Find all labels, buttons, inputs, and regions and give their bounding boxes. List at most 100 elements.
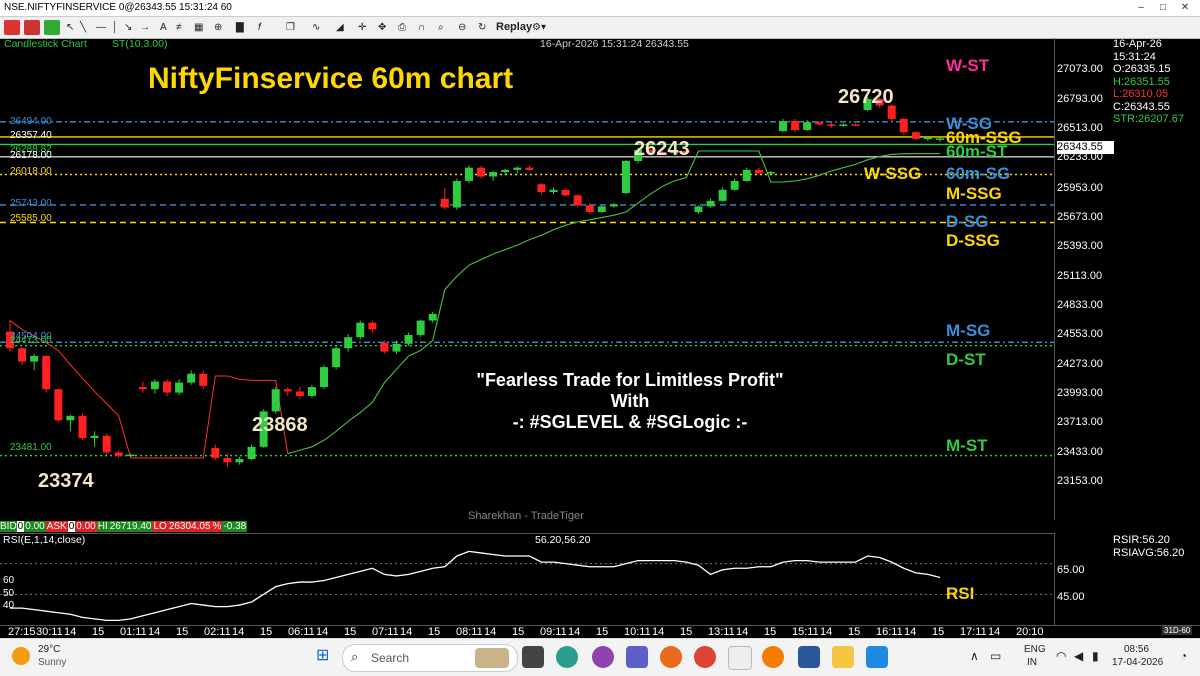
file-explorer-icon[interactable] — [832, 646, 854, 668]
rsi-left-50: 50 — [3, 588, 15, 599]
fill-icon[interactable]: ◢ — [336, 20, 344, 35]
copilot-icon[interactable] — [592, 646, 614, 668]
stop-icon[interactable] — [24, 20, 40, 35]
tray-lang-2[interactable]: IN — [1027, 657, 1037, 668]
firefox-icon[interactable] — [660, 646, 682, 668]
level-label: 23481.00 — [10, 442, 52, 453]
horizontal-line-icon[interactable]: — — [96, 20, 106, 35]
x-tick-label: 14 — [316, 626, 329, 638]
ohlc-open: O:26335.15 — [1113, 63, 1171, 75]
rsi-left-60: 60 — [3, 575, 15, 586]
candle-body — [778, 121, 787, 132]
bid-label: BID — [0, 521, 17, 532]
hi-label: HI — [96, 521, 109, 532]
indicators-icon[interactable]: 𝑓 — [258, 20, 261, 35]
zoom-out-icon[interactable]: ⊖ — [458, 20, 466, 35]
vertical-line-icon[interactable]: │ — [112, 20, 118, 35]
x-tick-label: 15 — [512, 626, 525, 638]
copy-icon[interactable]: ❐ — [286, 20, 295, 35]
pointer-icon[interactable]: ↖ — [66, 20, 74, 35]
x-tick-label: 14 — [736, 626, 749, 638]
line-chart-icon[interactable] — [4, 20, 20, 35]
edge-icon[interactable] — [556, 646, 578, 668]
pct-value: -0.38 — [222, 521, 248, 532]
candle-body — [356, 322, 365, 338]
windows-start-icon[interactable]: ⊞ — [316, 647, 334, 665]
x-tick-label: 15 — [428, 626, 441, 638]
zoom-in-icon[interactable]: ⌕ — [438, 20, 444, 35]
weather-sun-icon[interactable] — [12, 647, 30, 665]
y-tick-label: 23153.00 — [1057, 475, 1103, 487]
drag-icon[interactable]: ✛ — [358, 20, 366, 35]
tst-icon[interactable] — [44, 20, 60, 35]
ohlc-str: STR:26207.67 — [1113, 113, 1184, 125]
candle-body — [163, 381, 172, 393]
bar-chart-icon[interactable]: ▇ — [236, 20, 244, 35]
x-tick-label: 08:11 — [456, 626, 483, 638]
lo-label: LO — [152, 521, 168, 532]
candle-body — [621, 160, 630, 194]
price-chart — [0, 96, 1054, 467]
candle-body — [235, 459, 244, 463]
banner-line-2: With — [610, 391, 650, 411]
candle-body — [78, 415, 87, 439]
candle-body — [694, 206, 703, 212]
minimize-button[interactable]: – — [1134, 1, 1148, 14]
replay-button[interactable]: Replay — [496, 20, 532, 35]
callout-26243: 26243 — [634, 138, 690, 160]
teams-icon[interactable] — [626, 646, 648, 668]
x-tick-label: 14 — [400, 626, 413, 638]
candle-body — [138, 387, 147, 390]
x-tick-label: 16:11 — [876, 626, 903, 638]
x-tick-label: 15:11 — [792, 626, 819, 638]
current-price-tag: 26343.55 — [1057, 141, 1114, 154]
label-d-sg: D-SG — [946, 212, 989, 231]
magnet-icon[interactable]: ∩ — [418, 20, 425, 35]
battery-icon[interactable]: ▮ — [1092, 649, 1099, 663]
grid-icon[interactable]: ▦ — [194, 20, 203, 35]
taskbar-search[interactable]: ⌕ Search — [342, 644, 518, 672]
y-tick-label: 26513.00 — [1057, 122, 1103, 134]
rsiavg-value: RSIAVG:56.20 — [1113, 547, 1185, 559]
tray-time[interactable]: 08:56 — [1124, 644, 1149, 655]
tray-date[interactable]: 17-04-2026 — [1112, 657, 1163, 668]
trend-tool-icon[interactable]: ↘ — [124, 20, 132, 35]
maximize-button[interactable]: □ — [1156, 1, 1170, 14]
windows-taskbar: 29°C Sunny ⊞ ⌕ Search ∧ ▭ ENG IN ◠ ◀ ▮ 0… — [0, 638, 1200, 676]
x-tick-label: 10:11 — [624, 626, 651, 638]
notification-bell-icon[interactable]: ◔ — [1180, 649, 1187, 663]
speaker-icon[interactable]: ◀ — [1074, 649, 1083, 663]
settings-icon[interactable]: ⚙▾ — [532, 20, 546, 35]
pct-label: % — [211, 521, 223, 532]
candle-body — [477, 167, 486, 177]
tray-chevron-icon[interactable]: ∧ — [970, 649, 979, 663]
zoom-icon[interactable]: ⊕ — [214, 20, 222, 35]
x-tick-label: 14 — [904, 626, 917, 638]
wave-icon[interactable]: ∿ — [312, 20, 320, 35]
pen-app-icon[interactable] — [866, 646, 888, 668]
tradetiger-icon[interactable] — [762, 646, 784, 668]
label-m-ssg: M-SSG — [946, 184, 1002, 203]
app-icon[interactable] — [728, 646, 752, 670]
refresh-icon[interactable]: ↻ — [478, 20, 486, 35]
tray-monitor-icon[interactable]: ▭ — [990, 649, 1001, 663]
level-label: 26494.00 — [10, 116, 52, 127]
arrow-icon[interactable]: → — [140, 20, 150, 35]
chart-toolbar: ↖ ╲ — │ ↘ → A ≠ ▦ ⊕ ▇ 𝑓 ❐ ∿ ◢ ✛ ✥ ⎙ ∩ ⌕ … — [0, 17, 1200, 39]
label-d-ssg: D-SSG — [946, 231, 1000, 250]
print-icon[interactable]: ⎙ — [398, 20, 406, 35]
pitchfork-icon[interactable]: ≠ — [176, 20, 182, 35]
line-draw-icon[interactable]: ╲ — [80, 20, 86, 35]
candle-body — [283, 389, 292, 392]
text-tool-icon[interactable]: A — [160, 20, 167, 35]
candle-body — [271, 389, 280, 412]
tray-lang-1[interactable]: ENG — [1024, 644, 1046, 655]
candle-body — [899, 118, 908, 133]
word-icon[interactable] — [798, 646, 820, 668]
task-view-icon[interactable] — [522, 646, 544, 668]
candle-body — [501, 169, 510, 173]
wifi-icon[interactable]: ◠ — [1056, 649, 1066, 663]
move-icon[interactable]: ✥ — [378, 20, 386, 35]
chrome-icon[interactable] — [694, 646, 716, 668]
close-button[interactable]: ✕ — [1178, 1, 1192, 14]
